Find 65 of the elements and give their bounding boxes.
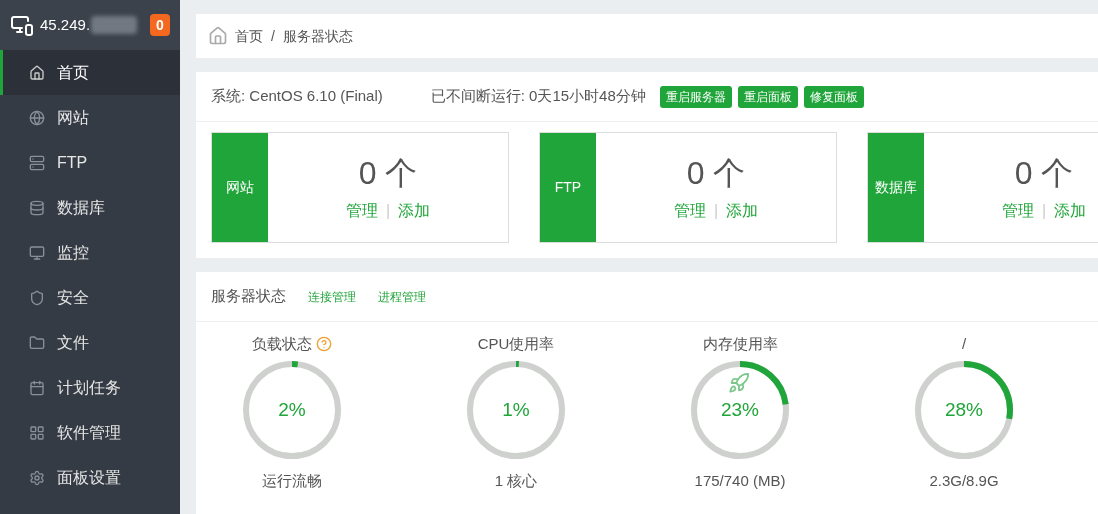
monitor-icon: [29, 244, 45, 261]
gauge-caption: 2.3G/8.9G: [929, 471, 999, 491]
manage-link[interactable]: 管理: [1001, 199, 1034, 223]
breadcrumb-separator: /: [271, 26, 275, 46]
sidebar-item[interactable]: 面板设置: [0, 455, 180, 500]
server-icon: [29, 154, 45, 171]
add-link[interactable]: 添加: [398, 199, 431, 223]
gauge-caption: 1 核心: [494, 471, 538, 491]
breadcrumb-item: 服务器状态: [282, 26, 353, 46]
uptime-info: 已不间断运行: 0天15小时48分钟: [430, 86, 646, 107]
counter-value: 0 个: [1014, 154, 1074, 193]
grid-icon: [29, 424, 45, 441]
breadcrumb-item[interactable]: 首页: [235, 25, 263, 47]
section-title: 服务器状态: [211, 286, 286, 307]
section-link[interactable]: 连接管理: [308, 287, 356, 306]
action-button[interactable]: 重启面板: [737, 85, 798, 108]
home-icon: [29, 64, 45, 81]
sidebar-item[interactable]: 文件: [0, 320, 180, 365]
gauge-value: 23%: [721, 398, 759, 422]
counter-label: 网站: [212, 133, 268, 242]
help-icon[interactable]: [316, 336, 332, 352]
redaction-blur: [91, 16, 138, 34]
sidebar-item[interactable]: 计划任务: [0, 365, 180, 410]
sidebar-item[interactable]: 数据库: [0, 185, 180, 230]
settings-icon: [29, 469, 45, 486]
sidebar-item[interactable]: 软件管理: [0, 410, 180, 455]
os-info: 系统: CentOS 6.10 (Final): [211, 86, 383, 107]
shield-icon: [29, 289, 45, 306]
gauge-value: 28%: [945, 398, 983, 422]
action-button[interactable]: 修复面板: [803, 85, 864, 108]
counter-value: 0 个: [686, 154, 746, 193]
sidebar-item[interactable]: 网站: [0, 95, 180, 140]
sidebar-item[interactable]: 监控: [0, 230, 180, 275]
rocket-icon[interactable]: [728, 372, 750, 394]
sidebar-item[interactable]: 首页: [0, 50, 180, 95]
gauge-title: 负载状态: [252, 333, 312, 354]
manage-link[interactable]: 管理: [345, 199, 378, 223]
sidebar-item[interactable]: 安全: [0, 275, 180, 320]
database-icon: [29, 199, 45, 216]
gauge-caption: 运行流畅: [262, 471, 322, 491]
home-icon[interactable]: [208, 26, 228, 46]
gauge-value: 2%: [278, 398, 306, 422]
link-separator: |: [713, 201, 719, 221]
gauge-caption: 175/740 (MB): [694, 471, 786, 491]
sidebar-item[interactable]: FTP: [0, 140, 180, 185]
host-address: 45.249.: [40, 14, 91, 35]
add-link[interactable]: 添加: [726, 199, 759, 223]
computer-icon: [10, 13, 34, 37]
counter-label: 数据库: [868, 133, 924, 242]
gauge-title: CPU使用率: [477, 333, 555, 354]
link-separator: |: [1041, 201, 1047, 221]
globe-icon: [29, 109, 45, 126]
gauge-value: 1%: [502, 398, 530, 422]
counter-label: FTP: [540, 133, 596, 242]
section-link[interactable]: 进程管理: [378, 287, 426, 306]
link-separator: |: [385, 201, 391, 221]
gauge-title: 内存使用率: [702, 333, 778, 354]
folder-icon: [29, 334, 45, 351]
counter-value: 0 个: [358, 154, 418, 193]
calendar-icon: [29, 379, 45, 396]
add-link[interactable]: 添加: [1054, 199, 1087, 223]
notification-badge[interactable]: 0: [150, 14, 170, 36]
action-button[interactable]: 重启服务器: [659, 85, 732, 108]
gauge-title: /: [961, 333, 967, 354]
manage-link[interactable]: 管理: [673, 199, 706, 223]
